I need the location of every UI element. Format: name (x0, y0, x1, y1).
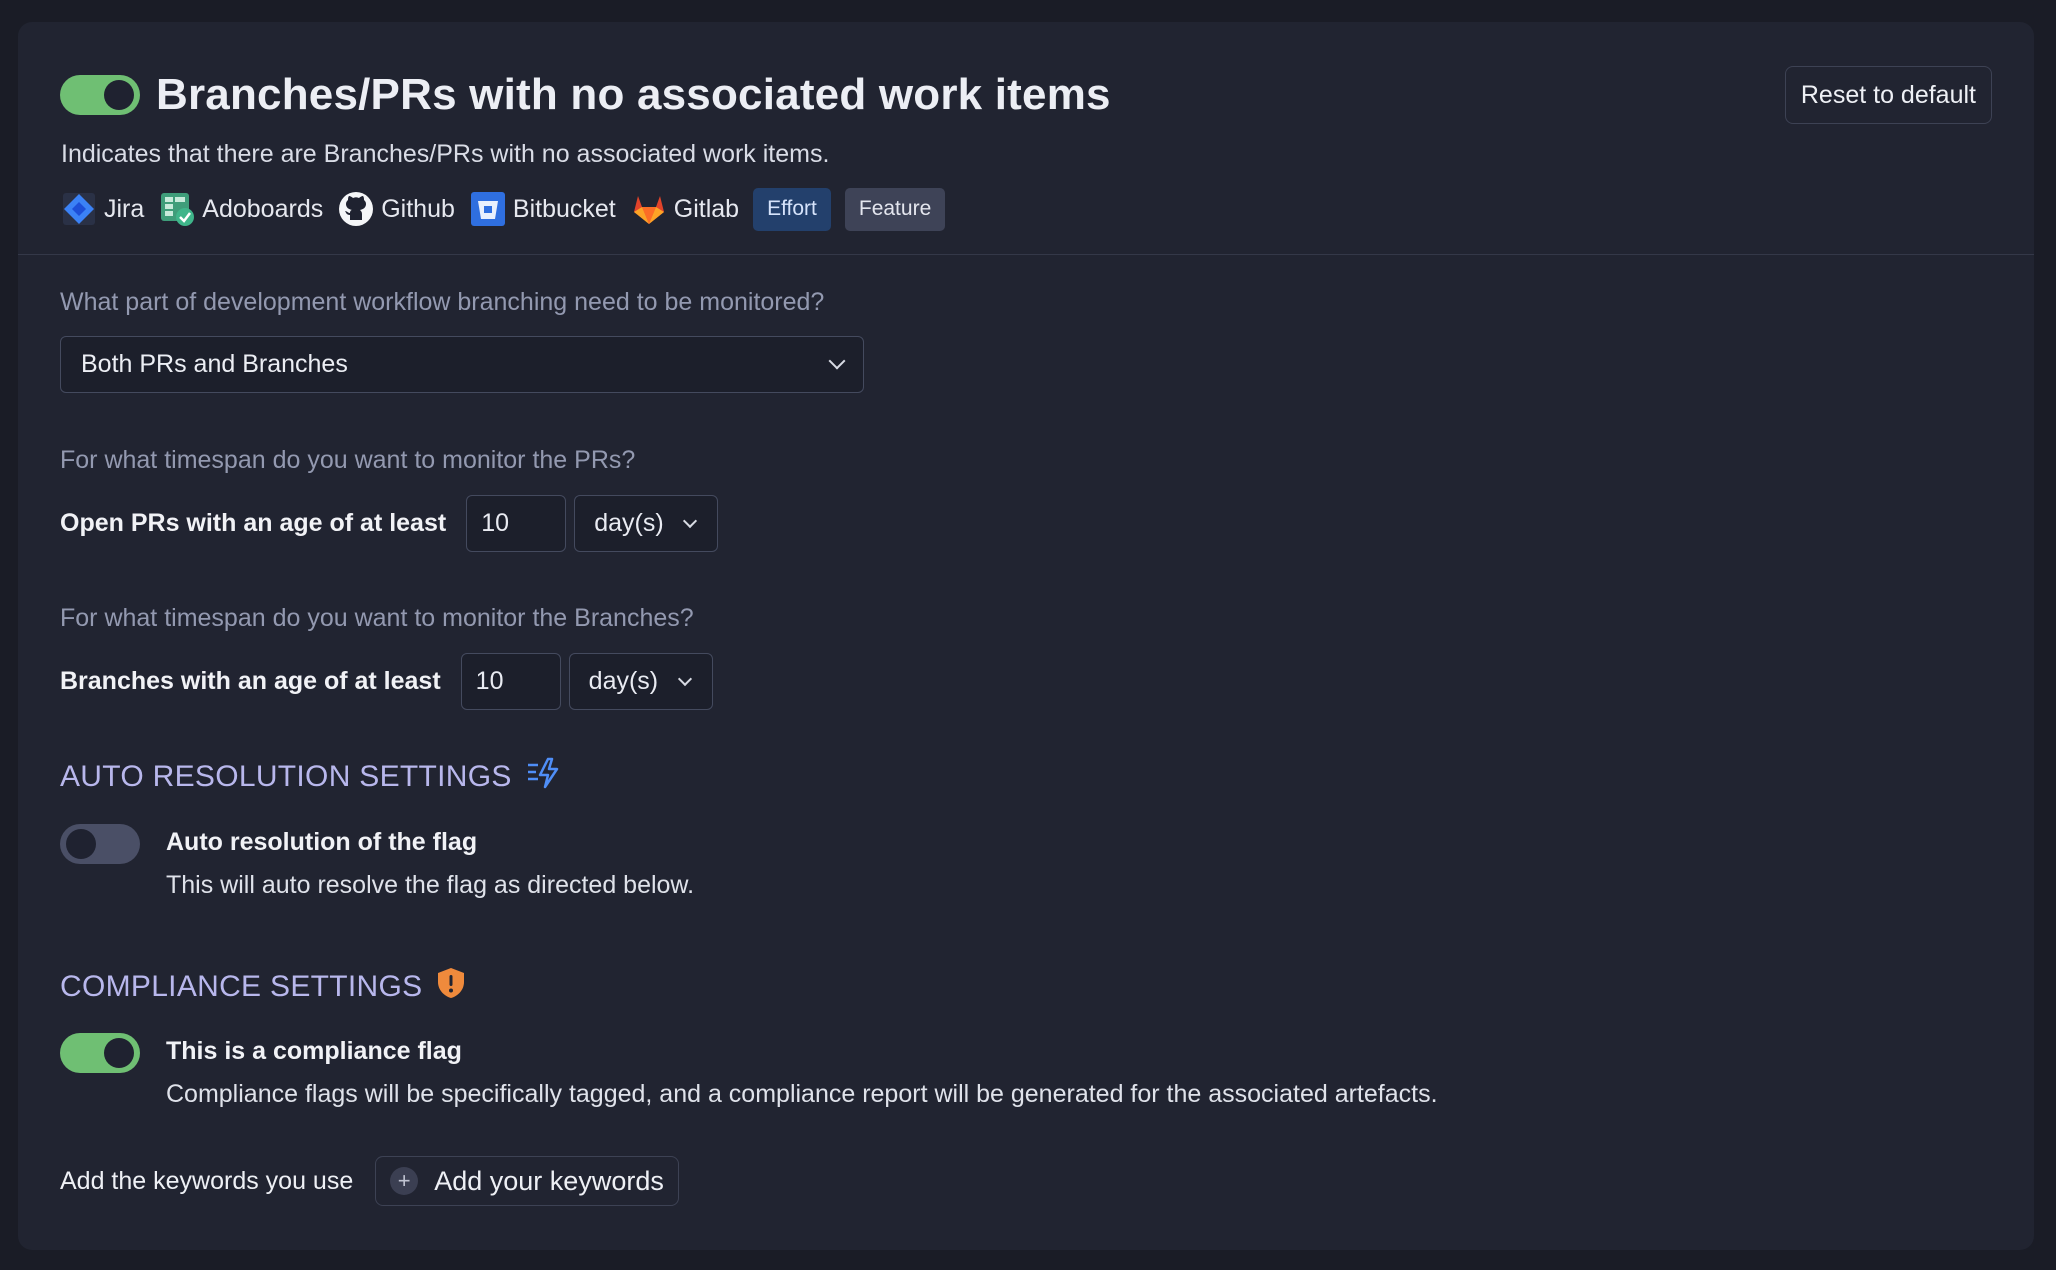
branches-age-input[interactable]: 10 (460, 652, 561, 710)
branches-question: For what timespan do you want to monitor… (60, 604, 694, 632)
github-icon (337, 190, 375, 228)
prs-age-row: Open PRs with an age of at least 10 day(… (60, 494, 719, 552)
integration-list: Jira Adoboards Github Bitbucket Gitlab E… (60, 187, 959, 231)
reset-to-default-button[interactable]: Reset to default (1784, 66, 1992, 124)
workflow-selected-value: Both PRs and Branches (81, 350, 348, 378)
branches-unit-value: day(s) (588, 666, 659, 695)
tag-effort: Effort (753, 187, 831, 231)
branches-age-label: Branches with an age of at least (60, 666, 441, 695)
tool-github: Github (337, 190, 455, 228)
page-title: Branches/PRs with no associated work ite… (156, 70, 1111, 119)
compliance-option: This is a compliance flag Compliance fla… (60, 1033, 1438, 1109)
add-keywords-label: Add your keywords (434, 1165, 664, 1196)
branches-age-row: Branches with an age of at least 10 day(… (60, 652, 713, 710)
tool-bitbucket: Bitbucket (469, 190, 616, 228)
tool-gitlab: Gitlab (630, 190, 739, 228)
compliance-heading-text: COMPLIANCE SETTINGS (60, 970, 423, 1003)
auto-resolution-toggle[interactable] (60, 824, 140, 864)
tool-label: Jira (104, 194, 145, 223)
compliance-heading: COMPLIANCE SETTINGS (60, 966, 466, 1008)
chevron-down-icon (828, 352, 846, 370)
auto-resolution-heading-text: AUTO RESOLUTION SETTINGS (60, 760, 512, 793)
prs-unit-select[interactable]: day(s) (574, 494, 719, 552)
auto-resolution-heading: AUTO RESOLUTION SETTINGS (60, 756, 560, 798)
prs-age-label: Open PRs with an age of at least (60, 508, 447, 537)
flag-description: Indicates that there are Branches/PRs wi… (61, 140, 830, 168)
compliance-toggle[interactable] (60, 1033, 140, 1073)
auto-resolution-option: Auto resolution of the flag This will au… (60, 824, 694, 900)
tag-feature: Feature (844, 187, 946, 231)
keywords-label: Add the keywords you use (60, 1166, 354, 1195)
branches-unit-select[interactable]: day(s) (568, 652, 713, 710)
tool-label: Adoboards (202, 194, 324, 223)
tool-adoboards: Adoboards (158, 190, 323, 228)
compliance-description: Compliance flags will be specifically ta… (166, 1080, 1438, 1108)
flag-enabled-toggle[interactable] (60, 75, 140, 115)
tool-label: Bitbucket (512, 194, 616, 223)
add-keywords-button[interactable]: + Add your keywords (375, 1156, 679, 1206)
tool-label: Gitlab (673, 194, 740, 223)
chevron-down-icon (683, 513, 698, 528)
keywords-row: Add the keywords you use + Add your keyw… (60, 1156, 679, 1206)
prs-question: For what timespan do you want to monitor… (60, 446, 636, 474)
auto-resolution-description: This will auto resolve the flag as direc… (166, 871, 695, 899)
card-header: Branches/PRs with no associated work ite… (18, 22, 2034, 255)
compliance-title: This is a compliance flag (166, 1037, 462, 1065)
prs-unit-value: day(s) (594, 508, 664, 537)
flag-settings-card: Branches/PRs with no associated work ite… (18, 22, 2034, 1250)
adoboards-icon (158, 190, 196, 228)
title-row: Branches/PRs with no associated work ite… (60, 70, 1111, 120)
prs-age-input[interactable]: 10 (466, 494, 567, 552)
bitbucket-icon (469, 190, 507, 228)
shield-alert-icon (436, 966, 466, 1008)
plus-icon: + (390, 1167, 419, 1195)
workflow-select[interactable]: Both PRs and Branches (60, 336, 864, 393)
jira-icon (60, 190, 98, 228)
tool-label: Github (381, 194, 455, 223)
auto-resolve-icon (526, 756, 560, 798)
chevron-down-icon (677, 671, 692, 686)
workflow-question: What part of development workflow branch… (60, 288, 825, 316)
tool-jira: Jira (60, 190, 144, 228)
auto-resolution-title: Auto resolution of the flag (166, 828, 478, 856)
gitlab-icon (630, 190, 668, 228)
